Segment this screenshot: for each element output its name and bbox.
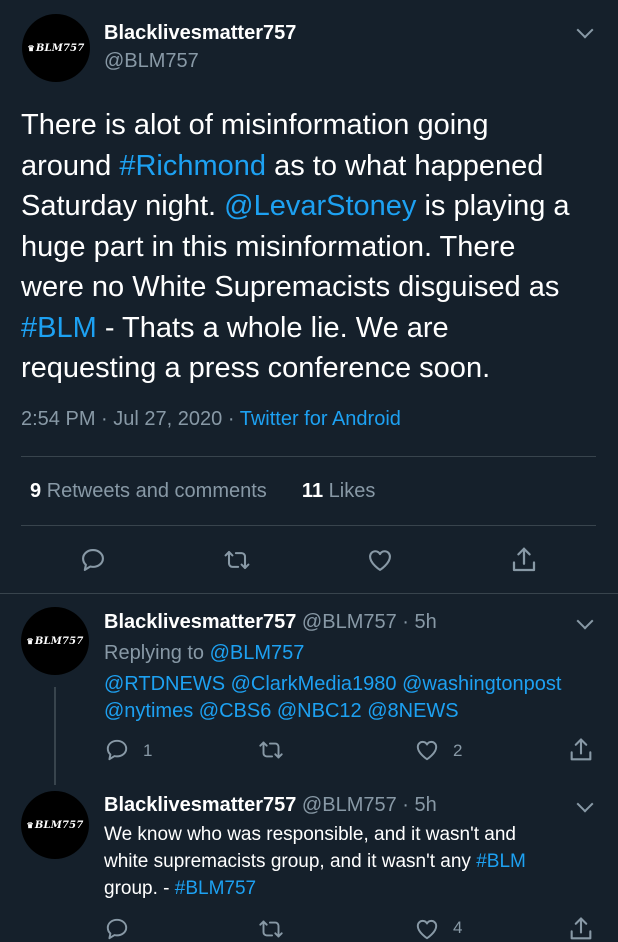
reply-icon[interactable] bbox=[79, 546, 107, 574]
reply-icon[interactable] bbox=[104, 916, 130, 942]
replying-to-link[interactable]: @BLM757 bbox=[210, 642, 305, 664]
chevron-down-icon[interactable] bbox=[576, 612, 594, 630]
thread-line bbox=[54, 687, 56, 785]
mentions-line[interactable]: @RTDNEWS @ClarkMedia1980 @washingtonpost bbox=[104, 673, 561, 696]
like-icon[interactable] bbox=[414, 737, 440, 763]
reply-count: 1 bbox=[143, 741, 153, 760]
reply-header: Blacklivesmatter757 @BLM757 · 5h bbox=[104, 611, 437, 634]
hashtag-link[interactable]: #BLM bbox=[21, 312, 97, 344]
avatar-text: BLM757 bbox=[35, 42, 85, 54]
retweet-icon[interactable] bbox=[256, 916, 286, 942]
user-handle[interactable]: @BLM757 bbox=[302, 794, 397, 816]
tweet-text-segment: is playing a bbox=[416, 190, 570, 222]
share-icon[interactable] bbox=[567, 915, 595, 942]
tweet-text-line: were no White Supremacists disguised as bbox=[21, 267, 601, 308]
tweet-text-line: around #Richmond as to what happened bbox=[21, 146, 601, 187]
separator: · bbox=[402, 611, 409, 633]
like-count: 2 bbox=[453, 741, 463, 760]
retweets-stat[interactable]: 9 Retweets and comments bbox=[30, 480, 267, 502]
hashtag-link[interactable]: #Richmond bbox=[119, 150, 266, 182]
crown-icon: ♛ bbox=[26, 636, 34, 646]
tweet-text: There is alot of misinformation going aro… bbox=[21, 105, 601, 389]
avatar-text: BLM757 bbox=[34, 635, 84, 647]
tweet-text-line: #BLM - Thats a whole lie. We are bbox=[21, 308, 601, 349]
avatar[interactable]: ♛ BLM757 bbox=[21, 791, 89, 859]
tweet-source-link[interactable]: Twitter for Android bbox=[240, 408, 401, 430]
replying-to: Replying to @BLM757 bbox=[104, 642, 305, 664]
display-name[interactable]: Blacklivesmatter757 bbox=[104, 22, 296, 45]
tweet-age: 5h bbox=[414, 794, 437, 816]
tweet-text-segment: requesting a press conference soon. bbox=[21, 352, 491, 384]
tweet-text-segment: - Thats a whole lie. We are bbox=[96, 311, 449, 344]
tweet-text-segment: There is alot of misinformation going bbox=[21, 109, 489, 141]
like-count: 4 bbox=[453, 918, 463, 937]
reply-text-line: group. - #BLM757 bbox=[104, 878, 257, 899]
hashtag-link[interactable]: #BLM bbox=[476, 851, 526, 872]
tweet-text-line: huge part in this misinformation. There bbox=[21, 227, 601, 268]
reply-text-line: We know who was responsible, and it wasn… bbox=[104, 824, 516, 845]
tweet-date: Jul 27, 2020 bbox=[113, 408, 223, 430]
crown-icon: ♛ bbox=[26, 820, 34, 830]
separator: · bbox=[101, 408, 108, 430]
tweet-text-segment: as to what happened bbox=[266, 149, 544, 182]
retweet-icon[interactable] bbox=[256, 737, 286, 763]
tweet-meta: 2:54 PM · Jul 27, 2020 · Twitter for And… bbox=[21, 408, 401, 431]
divider bbox=[21, 525, 596, 526]
like-icon[interactable] bbox=[414, 916, 440, 942]
tweet-text-segment: huge part in this misinformation. There bbox=[21, 230, 516, 263]
display-name[interactable]: Blacklivesmatter757 bbox=[104, 611, 296, 633]
avatar[interactable]: ♛ BLM757 bbox=[21, 607, 89, 675]
tweet-text-line: requesting a press conference soon. bbox=[21, 348, 601, 389]
crown-icon: ♛ bbox=[27, 43, 35, 53]
likes-stat[interactable]: 11 Likes bbox=[302, 480, 375, 502]
retweet-icon[interactable] bbox=[221, 546, 253, 574]
reply-text-line: white supremacists group, and it wasn't … bbox=[104, 851, 526, 872]
mention-link[interactable]: @LevarStoney bbox=[224, 190, 416, 222]
reply-icon[interactable] bbox=[104, 737, 130, 763]
user-handle[interactable]: @BLM757 bbox=[302, 611, 397, 633]
tweet-age: 5h bbox=[414, 611, 437, 633]
tweet-stats: 9 Retweets and comments 11 Likes bbox=[30, 480, 375, 503]
chevron-down-icon[interactable] bbox=[576, 21, 594, 39]
hashtag-link[interactable]: #BLM757 bbox=[175, 878, 256, 899]
avatar-text: BLM757 bbox=[34, 819, 84, 831]
tweet-text-line: Saturday night. @LevarStoney is playing … bbox=[21, 186, 601, 227]
mentions-line[interactable]: @nytimes @CBS6 @NBC12 @8NEWS bbox=[104, 700, 459, 723]
reply-header: Blacklivesmatter757 @BLM757 · 5h bbox=[104, 794, 437, 817]
display-name[interactable]: Blacklivesmatter757 bbox=[104, 794, 296, 816]
user-handle[interactable]: @BLM757 bbox=[104, 50, 199, 73]
tweet-text-segment: Saturday night. bbox=[21, 190, 225, 222]
tweet-time: 2:54 PM bbox=[21, 408, 96, 430]
chevron-down-icon[interactable] bbox=[576, 795, 594, 813]
separator: · bbox=[227, 408, 235, 430]
tweet-text-segment: were no White Supremacists disguised as bbox=[21, 271, 560, 303]
share-icon[interactable] bbox=[567, 736, 595, 764]
divider bbox=[0, 593, 618, 594]
divider bbox=[21, 456, 596, 457]
avatar[interactable]: ♛ BLM757 bbox=[22, 14, 90, 82]
tweet-text-segment: around bbox=[21, 149, 120, 182]
separator: · bbox=[402, 794, 409, 816]
tweet-text-line: There is alot of misinformation going bbox=[21, 105, 601, 146]
like-icon[interactable] bbox=[366, 546, 394, 574]
share-icon[interactable] bbox=[509, 545, 539, 575]
